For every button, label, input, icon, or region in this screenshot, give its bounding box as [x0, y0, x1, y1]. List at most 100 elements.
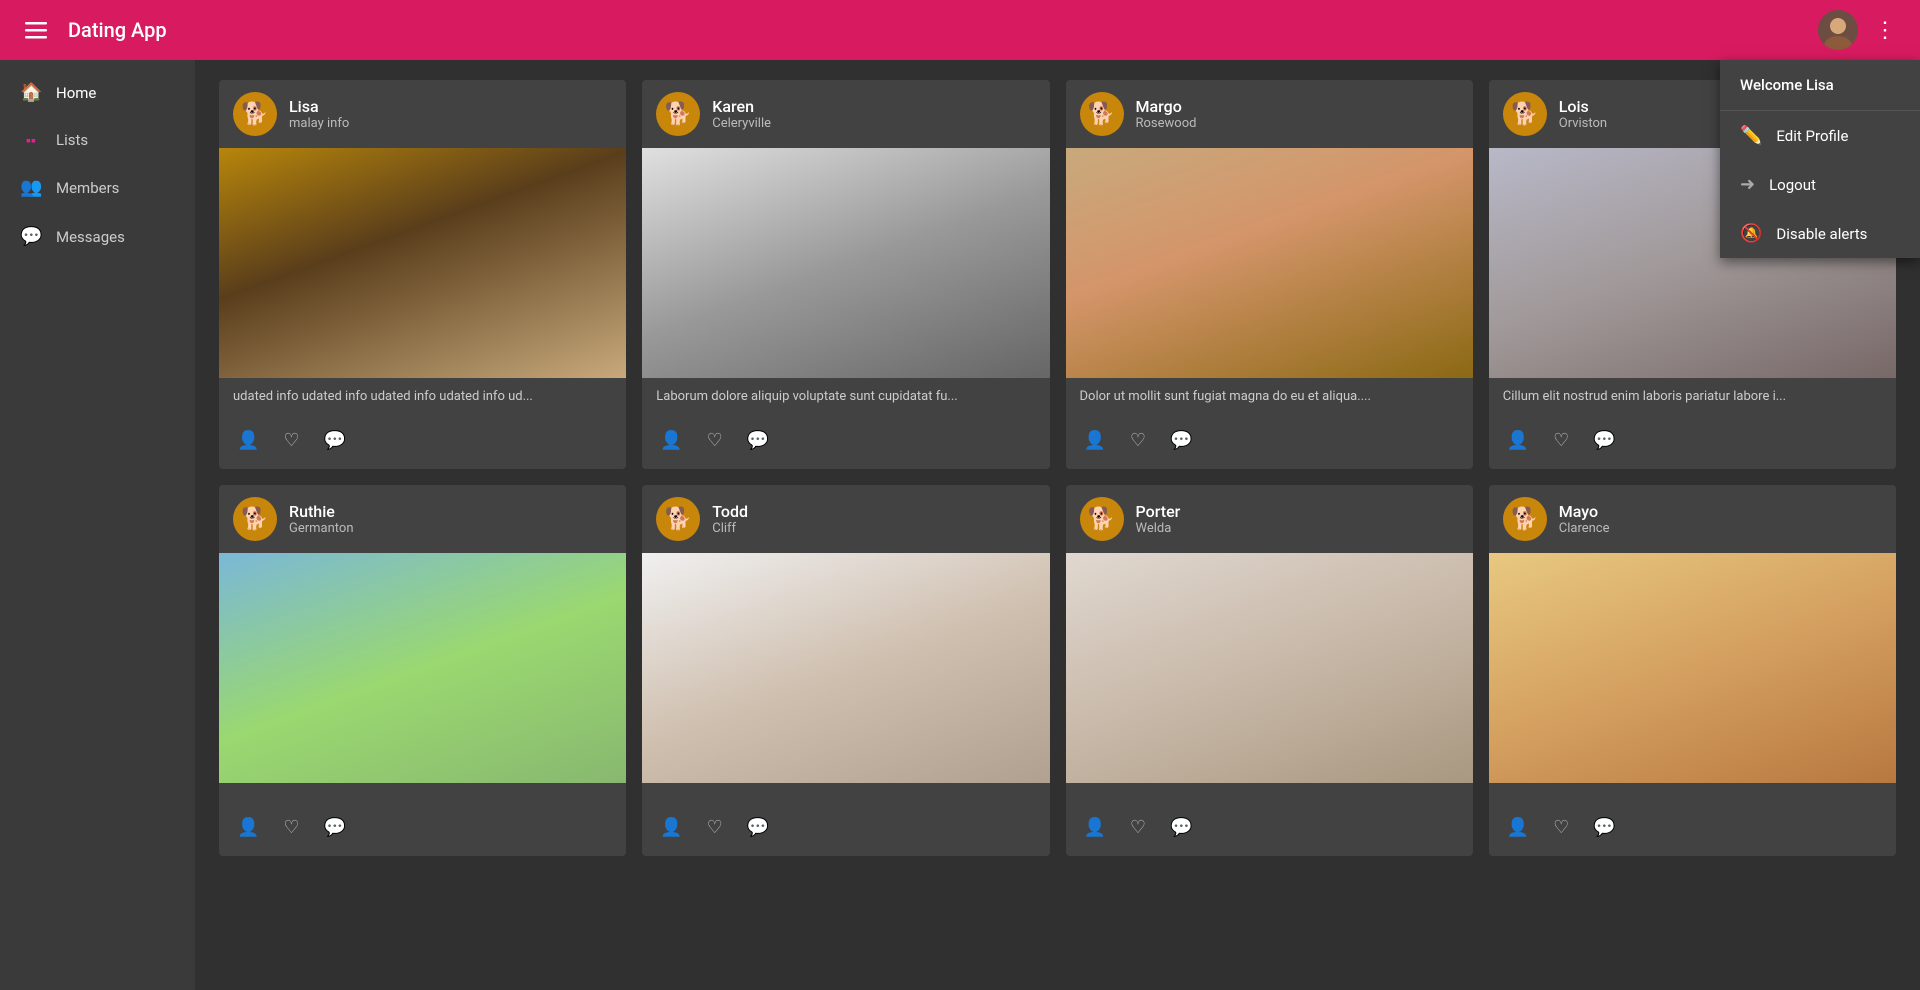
member-bio-porter: [1066, 783, 1473, 803]
sidebar-home-label: Home: [56, 84, 96, 102]
member-card-karen: 🐕 Karen Celeryville Laborum dolore aliqu…: [642, 80, 1049, 469]
view-profile-lois[interactable]: 👤: [1503, 426, 1533, 455]
sidebar-item-home[interactable]: 🏠 Home: [0, 68, 195, 117]
member-name-mayo: Mayo: [1559, 502, 1610, 521]
member-photo-ruthie[interactable]: [219, 553, 626, 783]
message-porter[interactable]: 💬: [1166, 813, 1196, 842]
like-ruthie[interactable]: ♡: [279, 813, 303, 842]
member-info-porter: Porter Welda: [1136, 502, 1181, 536]
sidebar-toggle-button[interactable]: [16, 10, 56, 50]
message-karen[interactable]: 💬: [743, 426, 773, 455]
avatar-todd: 🐕: [656, 497, 700, 541]
member-card-porter: 🐕 Porter Welda 👤 ♡ 💬: [1066, 485, 1473, 856]
user-dropdown-menu: Welcome Lisa ✏️ Edit Profile ➜ Logout 🔕 …: [1720, 60, 1920, 258]
app-title: Dating App: [68, 18, 1818, 42]
logout-icon: ➜: [1740, 174, 1755, 195]
member-name-karen: Karen: [712, 97, 771, 116]
member-photo-porter[interactable]: [1066, 553, 1473, 783]
member-bio-lisa: udated info udated info udated info udat…: [219, 378, 626, 416]
like-karen[interactable]: ♡: [703, 426, 727, 455]
like-porter[interactable]: ♡: [1126, 813, 1150, 842]
member-header-margo: 🐕 Margo Rosewood: [1066, 80, 1473, 148]
disable-alerts-icon: 🔕: [1740, 223, 1762, 244]
member-card-todd: 🐕 Todd Cliff 👤 ♡ 💬: [642, 485, 1049, 856]
like-todd[interactable]: ♡: [703, 813, 727, 842]
view-profile-margo[interactable]: 👤: [1080, 426, 1110, 455]
sidebar-members-label: Members: [56, 179, 119, 197]
avatar-porter: 🐕: [1080, 497, 1124, 541]
like-lisa[interactable]: ♡: [279, 426, 303, 455]
member-actions-karen: 👤 ♡ 💬: [642, 416, 1049, 469]
member-name-lisa: Lisa: [289, 97, 349, 116]
member-bio-lois: Cillum elit nostrud enim laboris pariatu…: [1489, 378, 1896, 416]
sidebar-item-members[interactable]: 👥 Members: [0, 163, 195, 212]
message-mayo[interactable]: 💬: [1589, 813, 1619, 842]
view-profile-porter[interactable]: 👤: [1080, 813, 1110, 842]
disable-alerts-item[interactable]: 🔕 Disable alerts: [1720, 209, 1920, 258]
member-name-margo: Margo: [1136, 97, 1197, 116]
edit-profile-label: Edit Profile: [1776, 127, 1848, 145]
member-info-todd: Todd Cliff: [712, 502, 748, 536]
member-card-mayo: 🐕 Mayo Clarence 👤 ♡ 💬: [1489, 485, 1896, 856]
message-todd[interactable]: 💬: [743, 813, 773, 842]
message-lisa[interactable]: 💬: [320, 426, 350, 455]
member-location-mayo: Clarence: [1559, 521, 1610, 536]
view-profile-karen[interactable]: 👤: [656, 426, 686, 455]
member-photo-lisa[interactable]: [219, 148, 626, 378]
member-photo-margo[interactable]: [1066, 148, 1473, 378]
member-location-margo: Rosewood: [1136, 116, 1197, 131]
member-location-karen: Celeryville: [712, 116, 771, 131]
member-bio-karen: Laborum dolore aliquip voluptate sunt cu…: [642, 378, 1049, 416]
header-more-button[interactable]: ⋮: [1866, 13, 1904, 47]
like-lois[interactable]: ♡: [1549, 426, 1573, 455]
sidebar-item-lists[interactable]: ▪▪ Lists: [0, 117, 195, 163]
avatar-karen: 🐕: [656, 92, 700, 136]
app-header: Dating App ⋮ Welcome Lisa ✏️ Edit Profil…: [0, 0, 1920, 60]
avatar-lois: 🐕: [1503, 92, 1547, 136]
member-bio-margo: Dolor ut mollit sunt fugiat magna do eu …: [1066, 378, 1473, 416]
member-actions-margo: 👤 ♡ 💬: [1066, 416, 1473, 469]
member-photo-todd[interactable]: [642, 553, 1049, 783]
avatar-ruthie: 🐕: [233, 497, 277, 541]
member-bio-ruthie: [219, 783, 626, 803]
member-location-porter: Welda: [1136, 521, 1181, 536]
messages-icon: 💬: [20, 226, 42, 247]
sidebar-messages-label: Messages: [56, 228, 125, 246]
header-right-controls: ⋮: [1818, 10, 1904, 50]
member-header-porter: 🐕 Porter Welda: [1066, 485, 1473, 553]
members-grid: 🐕 Lisa malay info udated info udated inf…: [219, 80, 1896, 856]
member-location-lisa: malay info: [289, 116, 349, 131]
sidebar: 🏠 Home ▪▪ Lists 👥 Members 💬 Messages: [0, 60, 195, 990]
message-ruthie[interactable]: 💬: [320, 813, 350, 842]
user-avatar-button[interactable]: [1818, 10, 1858, 50]
member-bio-mayo: [1489, 783, 1896, 803]
member-header-lisa: 🐕 Lisa malay info: [219, 80, 626, 148]
member-photo-mayo[interactable]: [1489, 553, 1896, 783]
member-info-lois: Lois Orviston: [1559, 97, 1607, 131]
like-margo[interactable]: ♡: [1126, 426, 1150, 455]
member-bio-todd: [642, 783, 1049, 803]
member-card-margo: 🐕 Margo Rosewood Dolor ut mollit sunt fu…: [1066, 80, 1473, 469]
like-mayo[interactable]: ♡: [1549, 813, 1573, 842]
avatar-margo: 🐕: [1080, 92, 1124, 136]
logout-item[interactable]: ➜ Logout: [1720, 160, 1920, 209]
member-photo-karen[interactable]: [642, 148, 1049, 378]
message-lois[interactable]: 💬: [1589, 426, 1619, 455]
view-profile-ruthie[interactable]: 👤: [233, 813, 263, 842]
member-actions-mayo: 👤 ♡ 💬: [1489, 803, 1896, 856]
message-margo[interactable]: 💬: [1166, 426, 1196, 455]
member-actions-todd: 👤 ♡ 💬: [642, 803, 1049, 856]
view-profile-lisa[interactable]: 👤: [233, 426, 263, 455]
edit-profile-item[interactable]: ✏️ Edit Profile: [1720, 111, 1920, 160]
member-header-todd: 🐕 Todd Cliff: [642, 485, 1049, 553]
main-content: 🐕 Lisa malay info udated info udated inf…: [195, 60, 1920, 990]
member-actions-lois: 👤 ♡ 💬: [1489, 416, 1896, 469]
view-profile-todd[interactable]: 👤: [656, 813, 686, 842]
view-profile-mayo[interactable]: 👤: [1503, 813, 1533, 842]
sidebar-item-messages[interactable]: 💬 Messages: [0, 212, 195, 261]
member-name-ruthie: Ruthie: [289, 502, 354, 521]
avatar-lisa: 🐕: [233, 92, 277, 136]
app-body: 🏠 Home ▪▪ Lists 👥 Members 💬 Messages 🐕 L: [0, 60, 1920, 990]
member-name-lois: Lois: [1559, 97, 1607, 116]
member-location-todd: Cliff: [712, 521, 748, 536]
